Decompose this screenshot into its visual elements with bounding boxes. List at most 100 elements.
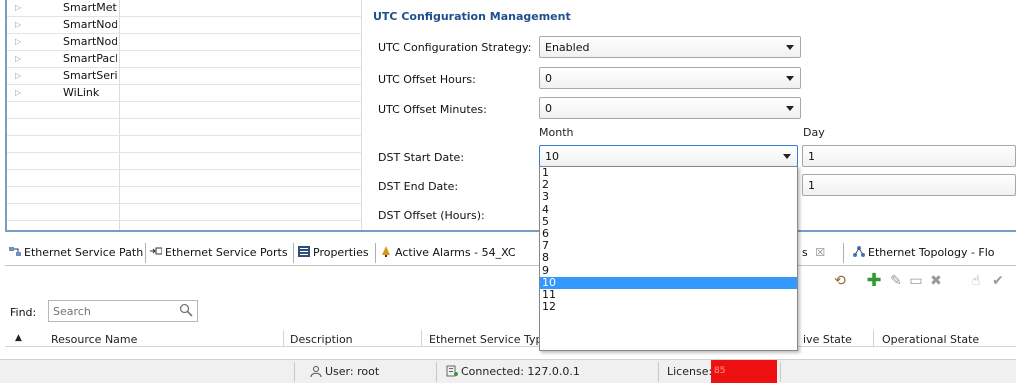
tree-item-smartseries[interactable]: ▷ SmartSerie	[7, 68, 362, 85]
user-status: User: root	[310, 365, 379, 378]
tree-empty-row	[7, 153, 362, 170]
tree-item-smartnode-2[interactable]: ▷ SmartNod	[7, 34, 362, 51]
check-icon[interactable]: ✔	[990, 273, 1006, 289]
alarm-icon	[380, 244, 392, 257]
close-icon[interactable]: ☒	[815, 246, 825, 259]
column-divider[interactable]	[421, 330, 422, 347]
tree-empty-row	[7, 187, 362, 204]
tree-item-smartpack[interactable]: ▷ SmartPack	[7, 51, 362, 68]
utc-offset-minutes-label: UTC Offset Minutes:	[378, 103, 487, 116]
network-path-icon	[9, 244, 21, 256]
tab-ethernet-service-path[interactable]: Ethernet Service Path	[7, 243, 143, 263]
expand-arrow-icon[interactable]: ▷	[15, 20, 21, 29]
dst-start-day-select[interactable]: 1	[802, 145, 1016, 167]
tab-hidden-title[interactable]: s ☒	[800, 243, 825, 263]
connection-status-text: Connected: 127.0.0.1	[461, 365, 580, 378]
month-option[interactable]: 4	[540, 203, 797, 216]
dst-start-label: DST Start Date:	[378, 151, 465, 164]
view-tab-bar: Ethernet Service Path Ethernet Service P…	[5, 240, 1016, 266]
resource-tree: ▷ SmartMetr ▷ SmartNod ▷ SmartNod ▷ Smar…	[7, 0, 362, 230]
expand-arrow-icon[interactable]: ▷	[15, 54, 21, 63]
user-status-text: User: root	[325, 365, 380, 378]
tab-label: Active Alarms - 54_XC	[395, 246, 516, 259]
chevron-down-icon	[786, 45, 794, 50]
column-header-resource-name[interactable]: Resource Name	[51, 333, 137, 346]
add-icon[interactable]: ✚	[866, 272, 882, 290]
refresh-icon[interactable]: ⟲	[832, 273, 848, 289]
tab-divider	[375, 243, 376, 263]
tab-ethernet-topology[interactable]: Ethernet Topology - Flo	[851, 243, 995, 263]
dst-start-day-value: 1	[808, 150, 815, 163]
tab-label: Ethernet Service Path	[24, 246, 144, 259]
tab-label: s	[802, 246, 808, 259]
month-option[interactable]: 3	[540, 191, 797, 203]
month-option[interactable]: 8	[540, 252, 797, 264]
tab-ethernet-service-ports[interactable]: Ethernet Service Ports	[148, 243, 288, 263]
dst-offset-label: DST Offset (Hours):	[378, 209, 485, 222]
utc-config-title: UTC Configuration Management	[373, 10, 571, 23]
edit-icon[interactable]: ✎	[888, 273, 904, 289]
month-option-selected[interactable]: 10	[540, 276, 797, 289]
chevron-down-icon	[786, 76, 794, 81]
month-option[interactable]: 1	[540, 166, 797, 179]
utc-offset-minutes-select[interactable]: 0	[539, 97, 801, 119]
tree-item-label: SmartNod	[63, 35, 117, 48]
tree-empty-row	[7, 136, 362, 153]
column-divider[interactable]	[873, 330, 874, 347]
properties-icon	[298, 244, 310, 257]
tab-active-alarms[interactable]: Active Alarms - 54_XC	[378, 243, 516, 263]
search-input[interactable]	[53, 304, 173, 318]
search-field[interactable]	[48, 300, 198, 322]
tab-label: Ethernet Topology - Flo	[868, 246, 995, 259]
tab-label: Ethernet Service Ports	[165, 246, 288, 259]
month-option[interactable]: 7	[540, 240, 797, 252]
find-label: Find:	[10, 306, 37, 319]
top-panel: ▷ SmartMetr ▷ SmartNod ▷ SmartNod ▷ Smar…	[5, 0, 1016, 232]
chevron-down-icon	[786, 106, 794, 111]
server-icon	[446, 365, 458, 377]
user-icon	[310, 366, 322, 378]
expand-arrow-icon[interactable]: ▷	[15, 71, 21, 80]
dst-end-label: DST End Date:	[378, 180, 459, 193]
expand-arrow-icon[interactable]: ▷	[15, 37, 21, 46]
utc-strategy-label: UTC Configuration Strategy:	[378, 41, 532, 54]
month-option[interactable]: 2	[540, 179, 797, 191]
delete-icon[interactable]: ✖	[928, 273, 944, 289]
chevron-down-icon	[783, 154, 791, 159]
tree-item-label: SmartSerie	[63, 69, 117, 82]
month-option[interactable]: 12	[540, 300, 797, 313]
tab-properties[interactable]: Properties	[296, 243, 369, 263]
expand-arrow-icon[interactable]: ▷	[15, 3, 21, 12]
tree-item-label: WiLink	[63, 86, 100, 99]
day-column-header: Day	[803, 126, 825, 139]
open-icon[interactable]: ▭	[908, 273, 924, 289]
tree-item-label: SmartMetr	[63, 1, 117, 14]
topology-icon	[853, 244, 865, 257]
utc-offset-hours-value: 0	[545, 72, 552, 85]
month-option[interactable]: 9	[540, 264, 797, 277]
sort-ascending-icon[interactable]: ▲	[15, 333, 22, 343]
dst-start-month-select[interactable]: 10	[539, 145, 798, 167]
column-divider[interactable]	[283, 330, 284, 347]
approve-icon[interactable]: ☝	[968, 273, 984, 289]
expand-arrow-icon[interactable]: ▷	[15, 88, 21, 97]
month-option[interactable]: 11	[540, 288, 797, 301]
month-dropdown-list[interactable]: 1 2 3 4 5 6 7 8 9 10 11 12	[539, 166, 798, 351]
column-header-description[interactable]: Description	[290, 333, 353, 346]
month-option[interactable]: 5	[540, 215, 797, 228]
tree-item-smartnode-1[interactable]: ▷ SmartNod	[7, 17, 362, 34]
utc-offset-hours-select[interactable]: 0	[539, 67, 801, 89]
search-icon[interactable]	[179, 303, 193, 317]
license-status-badge: 85	[711, 360, 777, 383]
column-header-operational-state[interactable]: Operational State	[882, 333, 979, 346]
utc-strategy-select[interactable]: Enabled	[539, 36, 801, 58]
column-header-ethernet-service-type[interactable]: Ethernet Service Typ	[429, 333, 539, 346]
column-header-administrative-state[interactable]: ive State	[803, 333, 852, 346]
utc-offset-hours-label: UTC Offset Hours:	[378, 73, 476, 86]
tree-empty-row	[7, 102, 362, 119]
dst-end-day-select[interactable]: 1	[802, 174, 1016, 196]
month-option[interactable]: 6	[540, 227, 797, 240]
tree-item-smartmetr[interactable]: ▷ SmartMetr	[7, 0, 362, 17]
tree-item-wilink[interactable]: ▷ WiLink	[7, 85, 362, 102]
tab-divider	[145, 243, 146, 263]
